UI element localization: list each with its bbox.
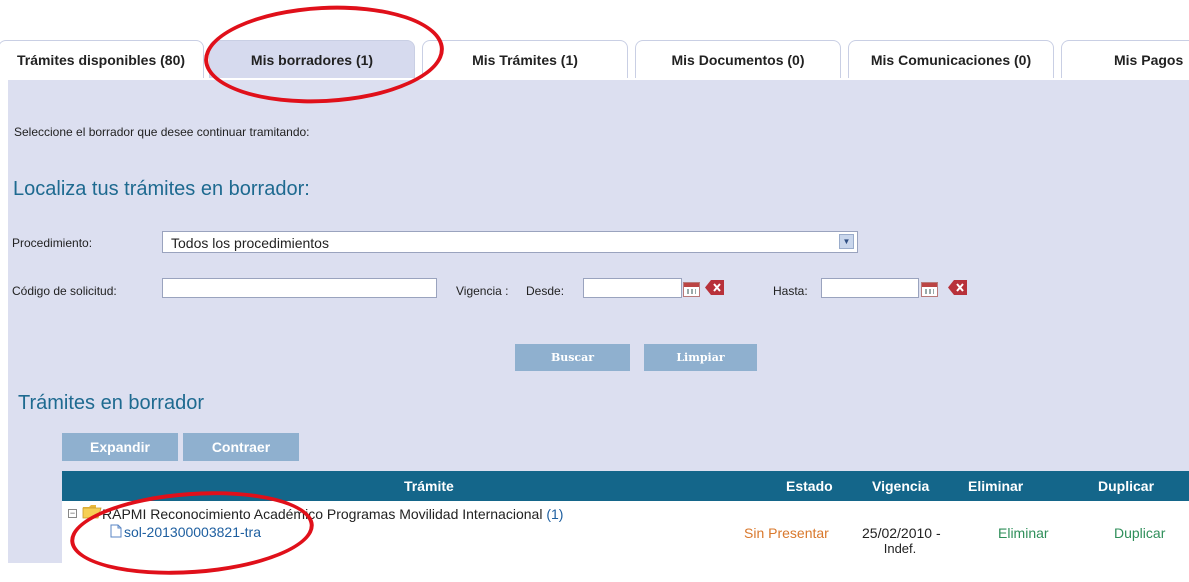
desde-label: Desde: [526,284,565,298]
hasta-date-input[interactable] [821,278,919,298]
desde-date-input[interactable] [583,278,682,298]
tab-tramites-disponibles[interactable]: Trámites disponibles (80) [0,40,204,78]
column-header-eliminar: Eliminar [968,478,1024,494]
contraer-button[interactable]: Contraer [183,433,299,461]
tab-bar: Trámites disponibles (80) Mis borradores… [0,40,1189,80]
codigo-input[interactable] [162,278,437,298]
calendar-icon[interactable] [921,282,938,297]
procedimiento-value: Todos los procedimientos [171,235,329,251]
column-header-tramite: Trámite [404,478,454,494]
buscar-button[interactable]: Buscar [515,344,630,371]
clear-date-icon[interactable] [705,279,725,296]
column-header-estado: Estado [786,478,833,494]
tab-mis-tramites[interactable]: Mis Trámites (1) [422,40,628,78]
search-title: Localiza tus trámites en borrador: [13,178,310,200]
calendar-icon[interactable] [683,282,700,297]
hasta-label: Hasta: [773,284,808,298]
vigencia-label: Vigencia : [456,284,509,298]
limpiar-button[interactable]: Limpiar [644,344,757,371]
procedimiento-select[interactable]: Todos los procedimientos ▼ [162,231,858,253]
duplicar-link[interactable]: Duplicar [1114,525,1165,541]
codigo-label: Código de solicitud: [12,284,117,298]
chevron-down-icon[interactable]: ▼ [839,234,854,249]
expandir-button[interactable]: Expandir [62,433,178,461]
vigencia-value: 25/02/2010 - Indef. [862,525,941,556]
procedimiento-label: Procedimiento: [12,236,93,250]
column-header-duplicar: Duplicar [1098,478,1155,494]
estado-badge: Sin Presentar [744,525,829,541]
tab-mis-documentos[interactable]: Mis Documentos (0) [635,40,841,78]
results-title: Trámites en borrador [18,392,204,414]
tab-mis-pagos[interactable]: Mis Pagos [1061,40,1189,78]
intro-text: Seleccione el borrador que desee continu… [14,125,310,139]
tab-mis-comunicaciones[interactable]: Mis Comunicaciones (0) [848,40,1054,78]
column-header-vigencia: Vigencia [872,478,930,494]
eliminar-link[interactable]: Eliminar [998,525,1049,541]
tramite-group-count: (1) [546,506,564,522]
clear-date-icon[interactable] [948,279,968,296]
collapse-toggle-icon[interactable]: − [68,509,77,518]
